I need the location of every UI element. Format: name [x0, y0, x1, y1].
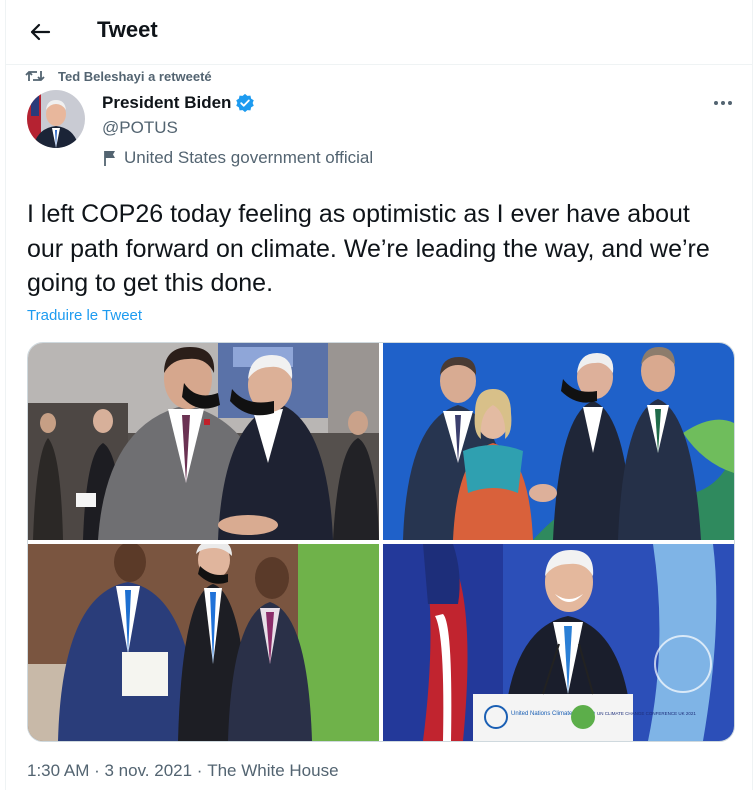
tweet-page: Tweet Ted Beleshayi a retweeté President…	[5, 0, 753, 790]
government-label: United States government official	[102, 148, 373, 168]
retweet-text: Ted Beleshayi a retweeté	[58, 68, 212, 84]
photo-trudeau-biden	[28, 343, 379, 540]
retweet-context[interactable]: Ted Beleshayi a retweeté	[25, 66, 212, 86]
retweet-icon	[25, 71, 45, 81]
government-label-text: United States government official	[124, 148, 374, 167]
avatar-photo	[27, 90, 85, 148]
avatar[interactable]	[27, 90, 85, 148]
tweet-photo-4[interactable]: United Nations Climate Change UN CLIMATE…	[383, 544, 734, 741]
photo-biden-podium: United Nations Climate Change UN CLIMATE…	[383, 544, 734, 741]
tweet-source[interactable]: The White House	[207, 761, 338, 781]
tweet-photo-3[interactable]	[28, 544, 379, 741]
tweet-metadata: 1:30 AM · 3 nov. 2021 · The White House	[27, 761, 339, 781]
tweet-date[interactable]: 3 nov. 2021	[104, 761, 192, 781]
back-button[interactable]	[25, 17, 55, 47]
meta-separator: ·	[192, 761, 208, 780]
photo-von-der-leyen-biden	[383, 343, 734, 540]
tweet-time[interactable]: 1:30 AM	[27, 761, 89, 781]
translate-tweet-link[interactable]: Traduire le Tweet	[27, 307, 142, 324]
tweet-photo-1[interactable]	[28, 343, 379, 540]
more-icon	[714, 101, 732, 105]
tweet-text: I left COP26 today feeling as optimistic…	[27, 200, 710, 297]
author-handle[interactable]: @POTUS	[102, 118, 178, 138]
verified-badge-icon	[236, 93, 255, 113]
author-name-row: President Biden	[102, 93, 255, 113]
tweet-photo-2[interactable]	[383, 343, 734, 540]
tweet-media-grid: United Nations Climate Change UN CLIMATE…	[27, 342, 735, 742]
podium-logo-text: UN CLIMATE CHANGE CONFERENCE UK 2021	[597, 711, 696, 716]
more-options-button[interactable]	[706, 92, 740, 114]
meta-separator: ·	[89, 761, 105, 780]
flag-icon	[104, 151, 115, 166]
page-header: Tweet	[6, 0, 752, 65]
back-arrow-icon	[30, 23, 51, 41]
page-title: Tweet	[97, 17, 158, 42]
photo-leaders-group	[28, 544, 379, 741]
author-name[interactable]: President Biden	[102, 93, 231, 113]
